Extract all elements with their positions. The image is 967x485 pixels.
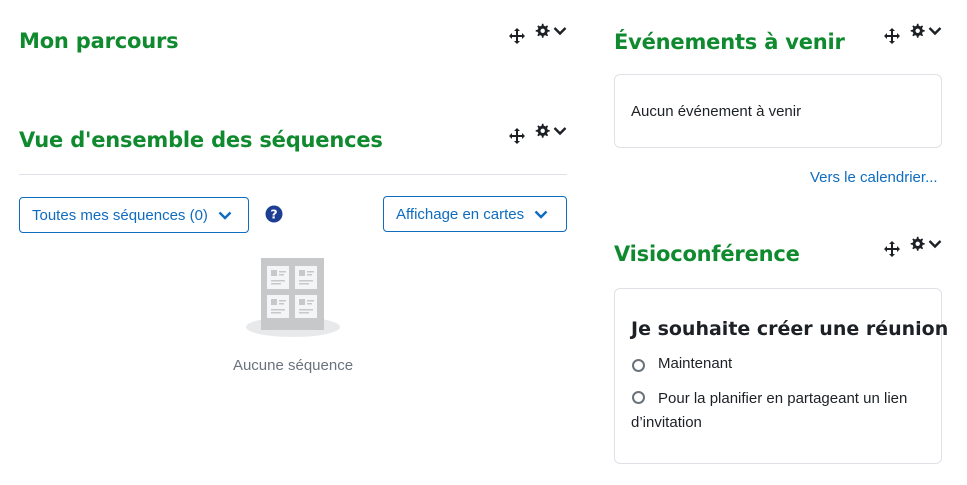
visio-controls: [883, 236, 942, 258]
display-mode-label: Affichage en cartes: [396, 205, 525, 223]
gear-icon[interactable]: [534, 123, 550, 139]
overview-controls: [508, 123, 567, 145]
gear-icon[interactable]: [909, 236, 925, 252]
chevron-down-icon[interactable]: [553, 126, 567, 136]
move-icon[interactable]: [508, 27, 526, 45]
no-courses-illustration: [246, 258, 340, 337]
mon-parcours-title: Mon parcours: [19, 29, 179, 53]
svg-text:?: ?: [270, 207, 277, 222]
chevron-down-icon: [218, 211, 232, 220]
visio-title: Visioconférence: [614, 242, 800, 266]
overview-divider: [19, 174, 567, 175]
chevron-down-icon[interactable]: [928, 239, 942, 249]
radio-now[interactable]: [632, 359, 645, 372]
move-icon[interactable]: [883, 27, 901, 45]
calendar-link[interactable]: Vers le calendrier...: [810, 169, 938, 186]
course-filter-label: Toutes mes séquences (0): [32, 206, 208, 224]
no-events-text: Aucun événement à venir: [631, 103, 802, 120]
chevron-down-icon: [534, 210, 548, 219]
events-title: Événements à venir: [614, 30, 845, 54]
option-schedule-label: Pour la planifier en partageant un lien …: [631, 390, 908, 431]
events-controls: [883, 23, 942, 45]
mon-parcours-controls: [508, 23, 567, 45]
chevron-down-icon[interactable]: [553, 26, 567, 36]
move-icon[interactable]: [883, 240, 901, 258]
help-icon[interactable]: ?: [265, 205, 283, 223]
gear-icon[interactable]: [534, 23, 550, 39]
no-courses-text: Aucune séquence: [232, 357, 354, 374]
overview-title: Vue d'ensemble des séquences: [19, 128, 383, 152]
move-icon[interactable]: [508, 127, 526, 145]
course-filter-dropdown[interactable]: Toutes mes séquences (0): [19, 197, 249, 233]
chevron-down-icon[interactable]: [928, 26, 942, 36]
visio-card: [614, 288, 942, 464]
display-mode-dropdown[interactable]: Affichage en cartes: [383, 196, 567, 232]
meeting-heading: Je souhaite créer une réunion: [631, 318, 949, 340]
gear-icon[interactable]: [909, 23, 925, 39]
option-now-label: Maintenant: [658, 355, 733, 372]
